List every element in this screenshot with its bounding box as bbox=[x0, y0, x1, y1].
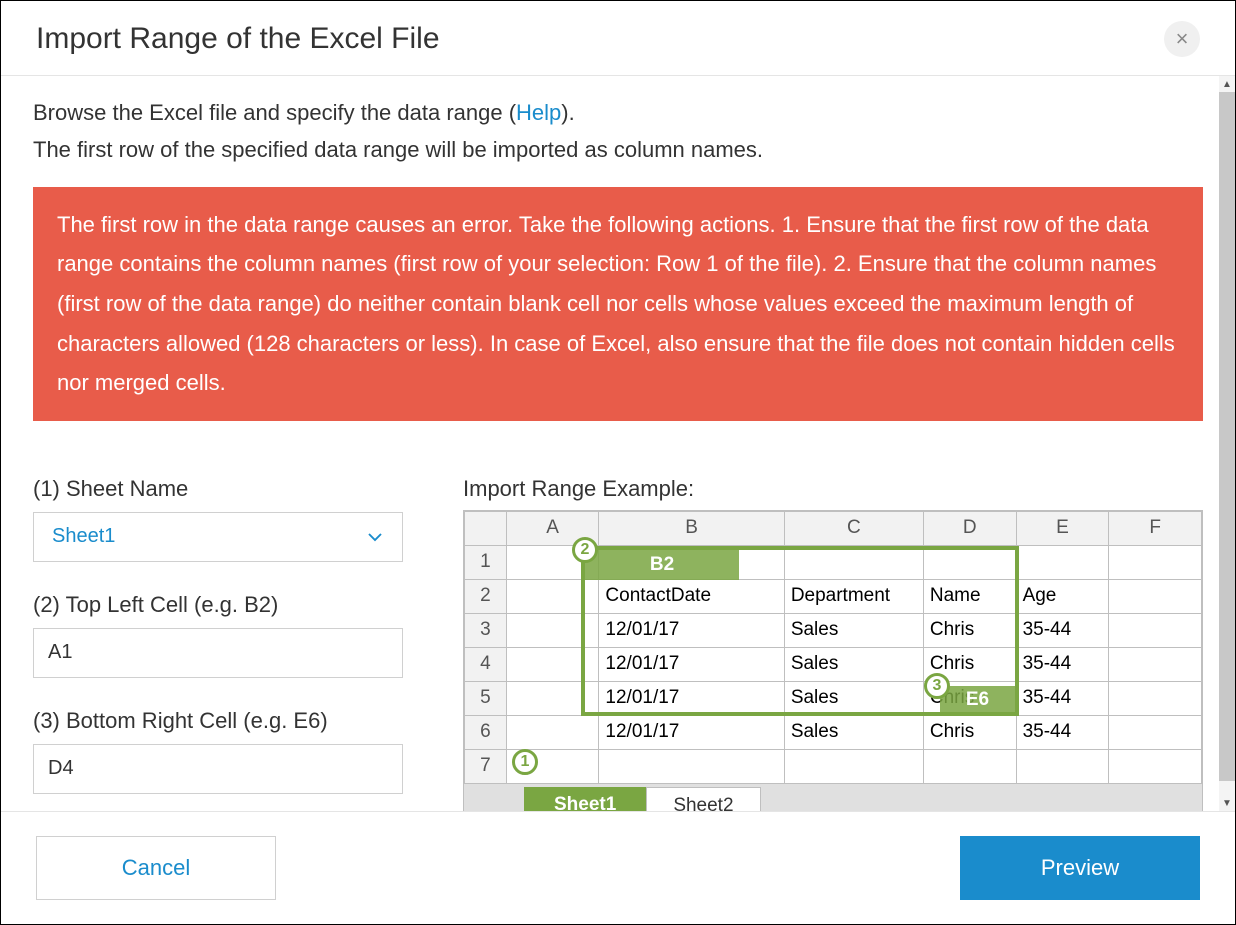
col-header: C bbox=[784, 511, 923, 545]
vertical-scrollbar[interactable]: ▲ ▼ bbox=[1219, 76, 1235, 811]
table-cell: Chris bbox=[923, 613, 1016, 647]
table-cell: 12/01/17 bbox=[599, 647, 784, 681]
table-cell: 35-44 bbox=[1016, 613, 1109, 647]
table-cell bbox=[784, 545, 923, 579]
badge-1: 1 bbox=[512, 749, 538, 775]
error-banner: The first row in the data range causes a… bbox=[33, 187, 1203, 421]
table-cell bbox=[784, 749, 923, 783]
sheet-name-label: (1) Sheet Name bbox=[33, 476, 403, 502]
table-cell: Age bbox=[1016, 579, 1109, 613]
sheet-tabs: Sheet1 Sheet2 bbox=[464, 784, 1202, 811]
table-cell bbox=[506, 715, 599, 749]
table-cell bbox=[1016, 545, 1109, 579]
table-cell: 35-44 bbox=[1016, 715, 1109, 749]
form-right: Import Range Example: A bbox=[463, 476, 1203, 811]
example-title: Import Range Example: bbox=[463, 476, 1203, 502]
table-cell: 12/01/17 bbox=[599, 681, 784, 715]
instruction-line-2: The first row of the specified data rang… bbox=[33, 131, 1203, 168]
table-cell bbox=[599, 749, 784, 783]
sheet-name-value: Sheet1 bbox=[52, 525, 115, 548]
table-cell: Name bbox=[923, 579, 1016, 613]
sheet-tab-inactive[interactable]: Sheet2 bbox=[646, 787, 760, 811]
table-cell: Sales bbox=[784, 647, 923, 681]
table-cell bbox=[1109, 545, 1202, 579]
table-cell bbox=[1109, 681, 1202, 715]
row-header: 7 bbox=[465, 749, 507, 783]
top-left-input[interactable] bbox=[33, 628, 403, 678]
row-header: 5 bbox=[465, 681, 507, 715]
import-range-dialog: Import Range of the Excel File × Browse … bbox=[1, 1, 1235, 924]
row-header: 2 bbox=[465, 579, 507, 613]
table-cell: 12/01/17 bbox=[599, 613, 784, 647]
table-cell: 35-44 bbox=[1016, 647, 1109, 681]
table-cell bbox=[506, 681, 599, 715]
dialog-footer: Cancel Preview bbox=[1, 811, 1235, 924]
form-area: (1) Sheet Name Sheet1 (2) Top Left Cell … bbox=[33, 476, 1203, 811]
table-cell: 12/01/17 bbox=[599, 715, 784, 749]
table-cell bbox=[506, 579, 599, 613]
example-sheet: A B C D E F 12ContactDateDepartmentNameA… bbox=[463, 510, 1203, 811]
close-button[interactable]: × bbox=[1164, 21, 1200, 57]
sheet-tab-active[interactable]: Sheet1 bbox=[524, 787, 646, 811]
badge-2: 2 bbox=[572, 537, 598, 563]
col-header: D bbox=[923, 511, 1016, 545]
table-cell bbox=[506, 647, 599, 681]
table-cell bbox=[1016, 749, 1109, 783]
table-cell: 35-44 bbox=[1016, 681, 1109, 715]
table-cell bbox=[923, 545, 1016, 579]
table-cell bbox=[599, 545, 784, 579]
row-header: 3 bbox=[465, 613, 507, 647]
table-cell bbox=[923, 749, 1016, 783]
chevron-down-icon bbox=[366, 528, 384, 546]
table-cell bbox=[1109, 579, 1202, 613]
scroll-up-icon[interactable]: ▲ bbox=[1219, 76, 1235, 92]
close-icon: × bbox=[1176, 26, 1189, 52]
scroll-down-icon[interactable]: ▼ bbox=[1219, 795, 1235, 811]
dialog-body: Browse the Excel file and specify the da… bbox=[1, 76, 1235, 811]
table-cell: Department bbox=[784, 579, 923, 613]
col-header: B bbox=[599, 511, 784, 545]
help-link[interactable]: Help bbox=[516, 100, 561, 125]
dialog-header: Import Range of the Excel File × bbox=[1, 1, 1235, 76]
table-cell bbox=[1109, 749, 1202, 783]
table-cell bbox=[1109, 613, 1202, 647]
dialog-body-wrapper: Browse the Excel file and specify the da… bbox=[1, 76, 1235, 811]
row-header: 1 bbox=[465, 545, 507, 579]
sheet-name-select[interactable]: Sheet1 bbox=[33, 512, 403, 562]
bottom-right-input[interactable] bbox=[33, 744, 403, 794]
instruction-line-1: Browse the Excel file and specify the da… bbox=[33, 94, 1203, 131]
preview-button[interactable]: Preview bbox=[960, 836, 1200, 900]
table-cell: ContactDate bbox=[599, 579, 784, 613]
cancel-button[interactable]: Cancel bbox=[36, 836, 276, 900]
corner-cell bbox=[465, 511, 507, 545]
table-cell bbox=[506, 613, 599, 647]
top-left-label: (2) Top Left Cell (e.g. B2) bbox=[33, 592, 403, 618]
dialog-title: Import Range of the Excel File bbox=[36, 22, 440, 56]
bottom-right-label: (3) Bottom Right Cell (e.g. E6) bbox=[33, 708, 403, 734]
scroll-thumb[interactable] bbox=[1219, 92, 1235, 781]
table-cell: Sales bbox=[784, 681, 923, 715]
col-header: F bbox=[1109, 511, 1202, 545]
row-header: 4 bbox=[465, 647, 507, 681]
form-left: (1) Sheet Name Sheet1 (2) Top Left Cell … bbox=[33, 476, 403, 811]
row-header: 6 bbox=[465, 715, 507, 749]
table-cell: Chris bbox=[923, 715, 1016, 749]
badge-3: 3 bbox=[924, 673, 950, 699]
table-cell bbox=[1109, 647, 1202, 681]
table-cell bbox=[1109, 715, 1202, 749]
table-cell: Sales bbox=[784, 715, 923, 749]
table-cell: Sales bbox=[784, 613, 923, 647]
col-header: E bbox=[1016, 511, 1109, 545]
